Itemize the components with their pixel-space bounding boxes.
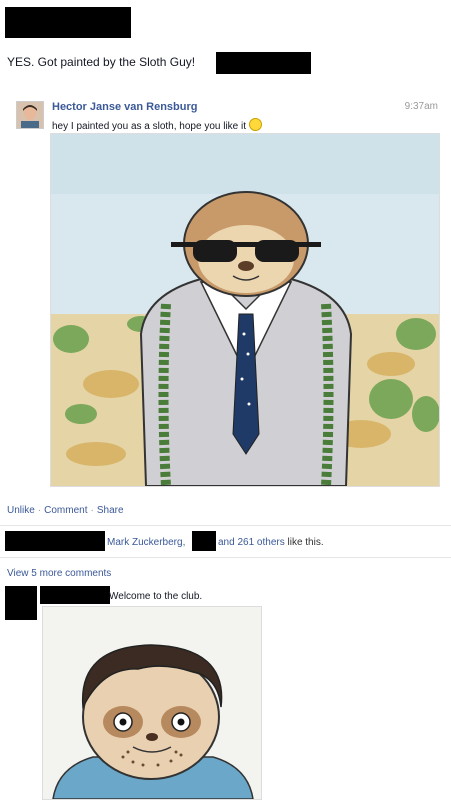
post-status-text: YES. Got painted by the Sloth Guy! <box>7 55 195 69</box>
unlike-link[interactable]: Unlike <box>7 505 35 516</box>
redacted-tag-block <box>216 52 311 74</box>
redacted-reply-name-block <box>40 586 110 604</box>
comment-timestamp[interactable]: 9:37am <box>405 101 438 112</box>
redacted-liker-block <box>192 531 216 551</box>
reply-text: Welcome to the club. <box>109 591 203 602</box>
likes-suffix: like this. <box>287 537 324 548</box>
comment-link[interactable]: Comment <box>44 505 87 516</box>
divider <box>0 525 451 526</box>
redacted-name-block <box>5 7 131 38</box>
separator: · <box>90 505 94 516</box>
commenter-avatar[interactable] <box>16 101 44 129</box>
redacted-avatar-block <box>5 586 37 620</box>
divider <box>0 557 451 558</box>
sloth-suit-painting <box>51 134 439 486</box>
status-text: YES. Got painted by the Sloth Guy! <box>7 55 196 69</box>
others-link[interactable]: and 261 others <box>218 537 285 548</box>
post-actions: Unlike · Comment · Share <box>7 505 124 516</box>
liker-link[interactable]: Mark Zuckerberg, <box>107 537 185 548</box>
comment-image[interactable] <box>50 133 440 487</box>
comment-author-link[interactable]: Hector Janse van Rensburg <box>52 101 198 113</box>
share-link[interactable]: Share <box>97 505 124 516</box>
comment-body: hey I painted you as a sloth, hope you l… <box>52 118 263 132</box>
likes-summary-rest: and 261 others like this. <box>218 537 324 548</box>
separator: · <box>37 505 42 516</box>
view-more-comments-link[interactable]: View 5 more comments <box>7 568 111 579</box>
likes-summary: Mark Zuckerberg, <box>107 537 185 548</box>
redacted-liker-block <box>5 531 105 551</box>
reply-image[interactable] <box>42 606 262 800</box>
sloth-face-painting <box>43 607 261 799</box>
smiley-icon <box>249 118 263 131</box>
comment-text: hey I painted you as a sloth, hope you l… <box>52 121 247 132</box>
